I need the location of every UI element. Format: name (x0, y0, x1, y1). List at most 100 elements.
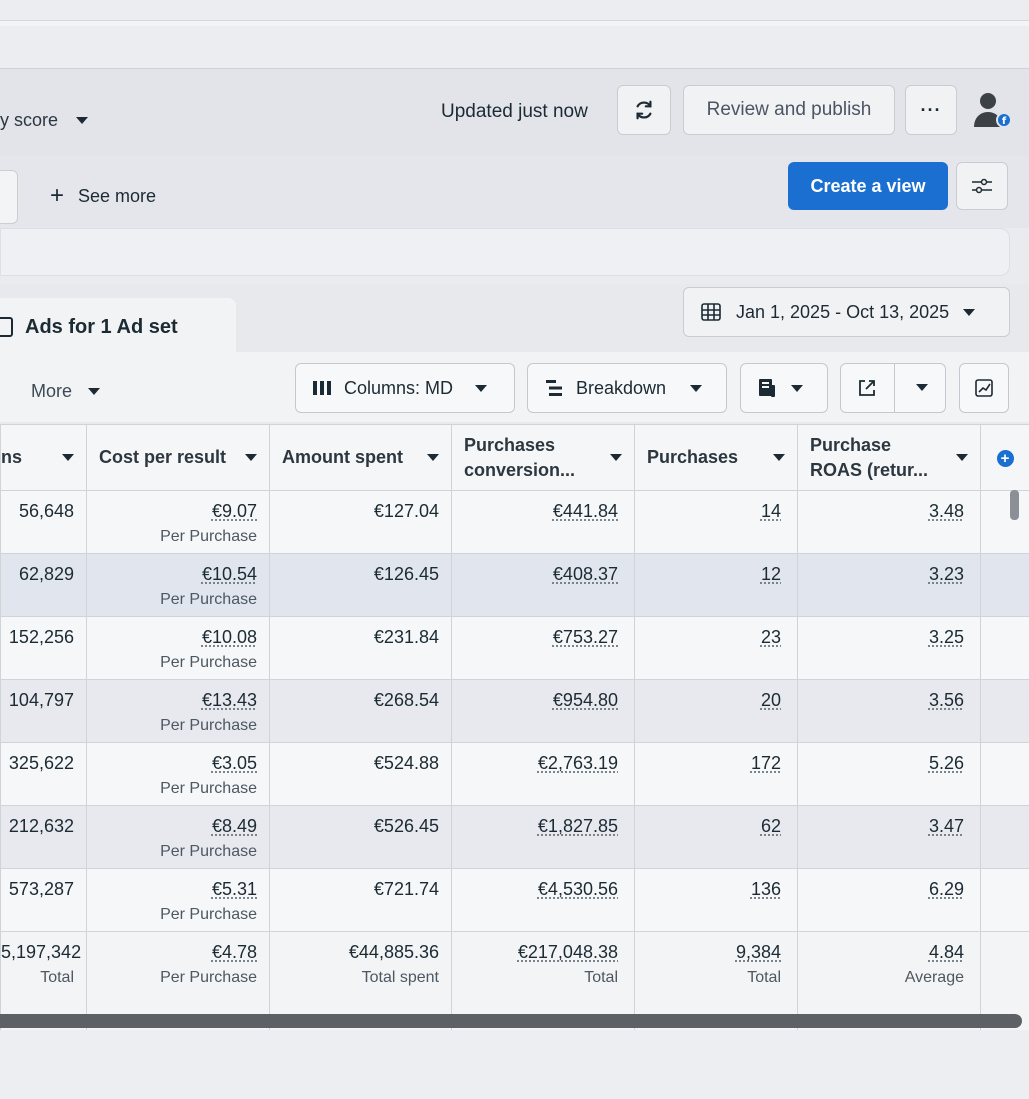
date-range-picker[interactable]: Jan 1, 2025 - Oct 13, 2025 (683, 287, 1010, 337)
table-row[interactable]: 212,632 €8.49 Per Purchase €526.45 €1,827.85… (0, 805, 1029, 869)
refresh-button[interactable] (617, 85, 671, 135)
purchases-value[interactable]: 14 (761, 501, 781, 522)
chevron-down-icon (773, 453, 785, 461)
filter-chip[interactable] (0, 170, 18, 224)
roas-value[interactable]: 3.48 (929, 501, 964, 522)
roas-value[interactable]: 3.25 (929, 627, 964, 648)
see-more-label: See more (78, 185, 157, 206)
roas-value[interactable]: 5.26 (929, 753, 964, 774)
cost-per-result-value[interactable]: €10.08 (202, 627, 257, 648)
column-header[interactable]: Cost per result (86, 424, 270, 491)
chart-icon (975, 379, 993, 397)
cost-per-result-value[interactable]: €5.31 (212, 879, 257, 900)
cost-per-result-label: Per Purchase (160, 843, 257, 860)
conversion-total[interactable]: €217,048.38 (518, 942, 618, 963)
table-row[interactable]: 325,622 €3.05 Per Purchase €524.88 €2,763.19… (0, 742, 1029, 806)
impressions-value: 573,287 (8, 879, 74, 899)
breakdown-button[interactable]: Breakdown (527, 363, 727, 413)
export-button[interactable] (740, 363, 828, 413)
chevron-down-icon (791, 384, 803, 392)
conversion-value[interactable]: €954.80 (553, 690, 618, 711)
cost-per-result-label: Per Purchase (160, 906, 257, 923)
column-header[interactable]: Purchases conversion... (451, 424, 635, 491)
purchases-value[interactable]: 23 (761, 627, 781, 648)
profile-icon: f (974, 93, 1012, 128)
see-more-button[interactable]: + See more (50, 184, 156, 208)
cost-per-result-value[interactable]: €13.43 (202, 690, 257, 711)
column-header-label: ns (1, 447, 23, 468)
cost-per-result-label: Per Purchase (160, 528, 257, 545)
purchases-value[interactable]: 20 (761, 690, 781, 711)
impressions-value: 212,632 (8, 816, 74, 836)
impressions-value: 104,797 (8, 690, 74, 710)
refresh-icon (636, 100, 652, 120)
conversion-value[interactable]: €2,763.19 (538, 753, 618, 774)
amount-spent-value: €127.04 (373, 501, 439, 521)
date-range-label: Jan 1, 2025 - Oct 13, 2025 (736, 301, 950, 322)
purchases-value[interactable]: 172 (751, 753, 781, 774)
cost-per-result-value[interactable]: €8.49 (212, 816, 257, 837)
columns-button[interactable]: Columns: MD (295, 363, 515, 413)
column-header[interactable]: ns (0, 424, 87, 491)
conversion-value[interactable]: €4,530.56 (538, 879, 618, 900)
empty-cell (980, 868, 1029, 932)
more-options-button[interactable]: ··· (905, 85, 957, 135)
chevron-down-icon (963, 308, 976, 316)
conversion-value[interactable]: €441.84 (553, 501, 618, 522)
columns-icon (313, 381, 331, 395)
conversion-value[interactable]: €408.37 (553, 564, 618, 585)
conversion-value[interactable]: €753.27 (553, 627, 618, 648)
impressions-value: 325,622 (8, 753, 74, 773)
open-external-icon (859, 380, 875, 396)
column-header[interactable]: Purchases (634, 424, 798, 491)
purchases-total[interactable]: 9,384 (736, 942, 781, 963)
browser-top-band (0, 0, 1029, 68)
more-dropdown-label: More (31, 381, 73, 401)
roas-value[interactable]: 3.23 (929, 564, 964, 585)
cost-per-result-value[interactable]: €10.54 (202, 564, 257, 585)
share-button[interactable] (840, 363, 946, 413)
column-header-label: Purchase ROAS (retur... (810, 435, 929, 480)
create-view-button[interactable]: Create a view (788, 162, 948, 210)
amount-spent-value: €268.54 (373, 690, 439, 710)
column-header[interactable]: Amount spent (269, 424, 452, 491)
horizontal-scrollbar[interactable] (0, 1014, 1022, 1028)
button-divider (894, 364, 895, 412)
roas-value[interactable]: 3.56 (929, 690, 964, 711)
table-row[interactable]: 152,256 €10.08 Per Purchase €231.84 €753.27 2… (0, 616, 1029, 680)
review-and-publish-button[interactable]: Review and publish (683, 85, 895, 135)
purchases-value[interactable]: 62 (761, 816, 781, 837)
plus-icon: + (50, 182, 65, 209)
cost-per-result-label: Per Purchase (160, 780, 257, 797)
conversion-value[interactable]: €1,827.85 (538, 816, 618, 837)
column-header[interactable]: Purchase ROAS (retur... (797, 424, 981, 491)
empty-cell (980, 553, 1029, 617)
tab-ads[interactable]: Ads for 1 Ad set (0, 298, 236, 356)
purchases-value[interactable]: 136 (751, 879, 781, 900)
roas-value[interactable]: 3.47 (929, 816, 964, 837)
charts-button[interactable] (959, 363, 1009, 413)
cost-per-result-value[interactable]: €3.05 (212, 753, 257, 774)
cost-per-result-total[interactable]: €4.78 (212, 942, 257, 963)
purchases-value[interactable]: 12 (761, 564, 781, 585)
roas-average[interactable]: 4.84 (929, 942, 964, 963)
search-filter-bar[interactable] (0, 228, 1010, 276)
add-column-button[interactable]: + (980, 424, 1029, 491)
table-row[interactable]: 56,648 €9.07 Per Purchase €127.04 €441.84 14 3… (0, 490, 1029, 554)
roas-value[interactable]: 6.29 (929, 879, 964, 900)
cost-per-result-label: Per Purchase (160, 591, 257, 608)
more-dropdown[interactable]: More (31, 381, 101, 402)
plus-circle-icon: + (996, 450, 1014, 467)
vertical-scrollbar[interactable] (1010, 490, 1019, 520)
table-row[interactable]: 573,287 €5.31 Per Purchase €721.74 €4,530.56… (0, 868, 1029, 932)
amount-spent-total: €44,885.36 (348, 942, 439, 962)
table-row[interactable]: 62,829 €10.54 Per Purchase €126.45 €408.37 12… (0, 553, 1029, 617)
cost-per-result-value[interactable]: €9.07 (212, 501, 257, 522)
chevron-down-icon (475, 384, 488, 392)
score-dropdown[interactable]: y score (0, 110, 89, 131)
chevron-down-icon (245, 453, 257, 461)
table-row[interactable]: 104,797 €13.43 Per Purchase €268.54 €954.80 2… (0, 679, 1029, 743)
chevron-down-icon (916, 384, 928, 391)
avatar[interactable]: f (968, 87, 1012, 131)
view-settings-button[interactable] (956, 162, 1008, 210)
